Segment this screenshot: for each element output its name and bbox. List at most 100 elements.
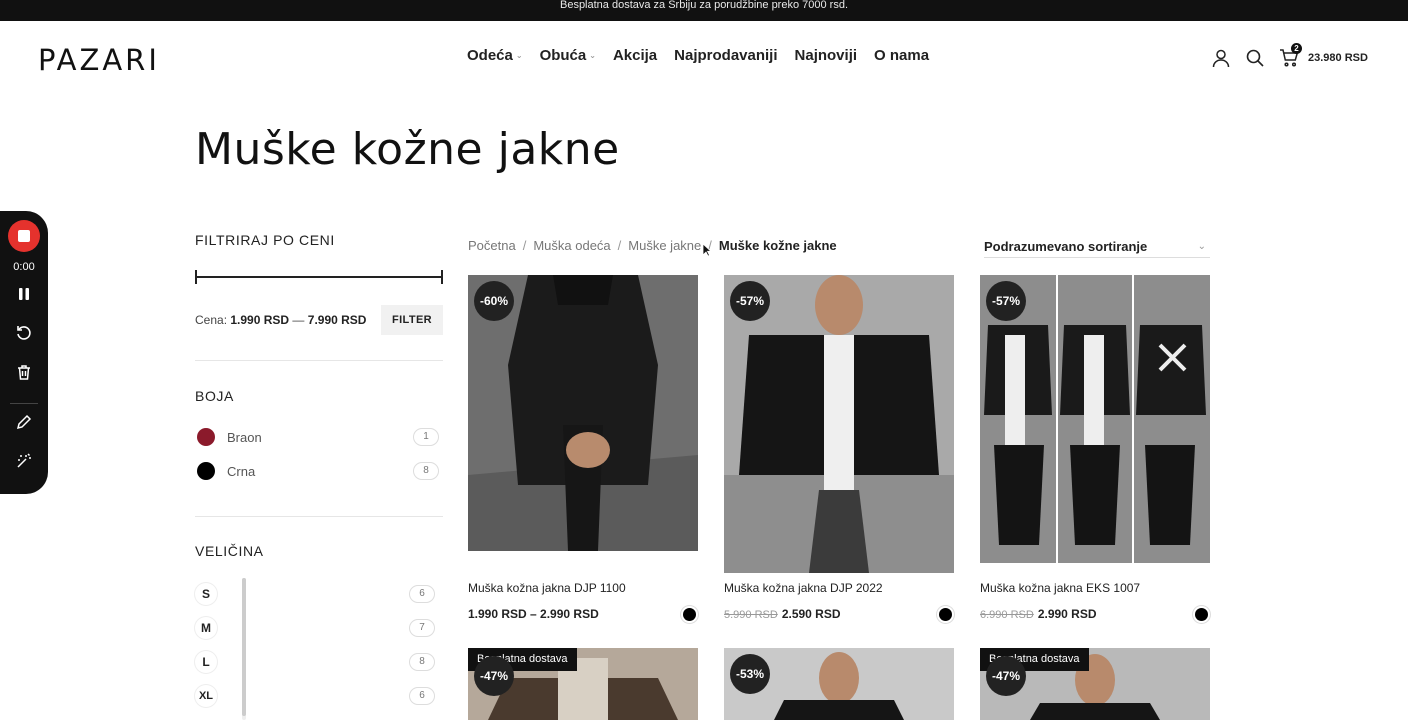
size-filter-title: VELIČINA: [195, 543, 264, 559]
count-badge: 6: [409, 687, 435, 705]
product-card: -53%: [724, 648, 954, 720]
size-label: S: [195, 583, 217, 605]
chevron-down-icon: ⌄: [515, 51, 523, 60]
price-range-text: Cena: 1.990 RSD — 7.990 RSD: [195, 313, 366, 327]
price-dash: —: [292, 313, 305, 327]
color-filter-title: BOJA: [195, 388, 234, 404]
size-option-s[interactable]: S 6: [195, 582, 435, 606]
nav-item-akcija[interactable]: Akcija: [613, 47, 657, 64]
color-label: Braon: [227, 429, 262, 445]
sale-price: 2.590 RSD: [781, 607, 841, 621]
product-name[interactable]: Muška kožna jakna EKS 1007: [980, 581, 1140, 595]
cart-count-badge: 2: [1291, 43, 1302, 54]
size-label: M: [195, 617, 217, 639]
recording-time: 0:00: [13, 261, 35, 273]
filter-button[interactable]: FILTER: [381, 305, 443, 335]
user-icon[interactable]: [1210, 47, 1232, 69]
price-row: Cena: 1.990 RSD — 7.990 RSD FILTER: [195, 304, 443, 336]
product-name[interactable]: Muška kožna jakna DJP 2022: [724, 581, 883, 595]
product-image[interactable]: -57%: [724, 275, 954, 573]
main-nav: Odeća ⌄ Obuća ⌄ Akcija Najprodavaniji Najn…: [467, 47, 946, 64]
promo-text: Besplatna dostava za Srbiju za porudžbin…: [559, 0, 848, 11]
nav-label: Odeća: [467, 47, 513, 64]
stop-icon[interactable]: [8, 220, 40, 252]
old-price: 5.990 RSD: [724, 609, 778, 621]
nav-item-najnoviji[interactable]: Najnoviji: [795, 47, 858, 64]
size-option-l[interactable]: L 8: [195, 650, 435, 674]
size-option-xl[interactable]: XL 6: [195, 684, 435, 708]
price-range-slider[interactable]: [195, 270, 443, 284]
price-label: Cena:: [195, 313, 228, 327]
trash-icon[interactable]: [8, 356, 40, 388]
count-badge: 6: [409, 585, 435, 603]
nav-item-odeca[interactable]: Odeća ⌄: [467, 47, 523, 64]
color-swatch[interactable]: [1195, 608, 1208, 621]
page-title: Muške kožne jakne: [195, 124, 620, 175]
divider: [195, 360, 443, 361]
product-name[interactable]: Muška kožna jakna DJP 1100: [468, 581, 626, 595]
color-swatch[interactable]: [683, 608, 696, 621]
breadcrumb-muske-jakne[interactable]: Muške jakne: [628, 238, 701, 253]
color-swatch: [197, 462, 215, 480]
breadcrumb: Početna / Muška odeća / Muške jakne / Mu…: [468, 238, 837, 253]
nav-label: Najnoviji: [794, 47, 858, 64]
product-image[interactable]: -57%: [980, 275, 1210, 563]
product-price: 6.990 RSD 2.990 RSD: [980, 607, 1097, 621]
breadcrumb-home[interactable]: Početna: [468, 238, 516, 253]
screen-recorder-panel: 0:00: [0, 211, 48, 494]
nav-label: Obuća: [539, 47, 587, 64]
discount-badge: -57%: [730, 281, 770, 321]
search-icon[interactable]: [1244, 47, 1266, 69]
price-max: 7.990 RSD: [307, 313, 367, 327]
product-price: 5.990 RSD 2.590 RSD: [724, 607, 841, 621]
sale-price: 2.990 RSD: [1037, 607, 1097, 621]
chevron-down-icon: ⌄: [1197, 241, 1206, 252]
nav-label: O nama: [874, 47, 930, 64]
promo-bar: Besplatna dostava za Srbiju za porudžbin…: [0, 0, 1408, 21]
pause-icon[interactable]: [8, 278, 40, 310]
color-swatch[interactable]: [939, 608, 952, 621]
color-label: Crna: [227, 463, 256, 479]
cart-button[interactable]: 2 23.980 RSD: [1278, 43, 1368, 69]
discount-badge: -47%: [474, 656, 514, 696]
size-label: L: [195, 651, 217, 673]
breadcrumb-separator: /: [617, 238, 622, 253]
sort-selected-value: Podrazumevano sortiranje: [984, 239, 1148, 254]
size-list-scrollbar[interactable]: [242, 578, 246, 720]
nav-item-najprodavaniji[interactable]: Najprodavaniji: [674, 47, 777, 64]
product-card: Besplatna dostava -47%: [980, 648, 1210, 720]
nav-label: Najprodavaniji: [674, 47, 778, 64]
magic-wand-icon[interactable]: [8, 445, 40, 477]
product-image[interactable]: Besplatna dostava -47%: [980, 648, 1210, 720]
breadcrumb-current: Muške kožne jakne: [718, 238, 837, 253]
product-price: 1.990 RSD – 2.990 RSD: [468, 607, 599, 621]
product-card: -57% Muška kožna jakna DJP 2022 5.990 RS…: [724, 275, 954, 635]
color-swatch: [197, 428, 215, 446]
product-image[interactable]: Besplatna dostava -47%: [468, 648, 698, 720]
nav-item-obuca[interactable]: Obuća ⌄: [540, 47, 596, 64]
color-option-crna[interactable]: Crna 8: [195, 460, 439, 482]
size-label: XL: [195, 685, 217, 707]
price-min: 1.990 RSD: [230, 313, 290, 327]
slider-handle-max[interactable]: [441, 270, 443, 284]
discount-badge: -60%: [474, 281, 514, 321]
color-option-braon[interactable]: Braon 1: [195, 426, 439, 448]
product-card: Besplatna dostava -47%: [468, 648, 698, 720]
breadcrumb-muska-odeca[interactable]: Muška odeća: [533, 238, 610, 253]
restart-icon[interactable]: [8, 317, 40, 349]
sort-select[interactable]: Podrazumevano sortiranje ⌄: [984, 236, 1210, 258]
cart-total: 23.980 RSD: [1308, 52, 1368, 64]
slider-handle-min[interactable]: [195, 270, 197, 284]
old-price: 6.990 RSD: [980, 609, 1034, 621]
pencil-icon[interactable]: [8, 406, 40, 438]
count-badge: 7: [409, 619, 435, 637]
product-card: -60% Muška kožna jakna DJP 1100 1.990 RS…: [468, 275, 698, 635]
discount-badge: -47%: [986, 656, 1026, 696]
product-image[interactable]: -53%: [724, 648, 954, 720]
logo[interactable]: PAZARI: [38, 43, 160, 77]
header-actions: 2 23.980 RSD: [1210, 43, 1368, 69]
count-badge: 8: [413, 462, 439, 480]
size-option-m[interactable]: M 7: [195, 616, 435, 640]
nav-item-o-nama[interactable]: O nama: [874, 47, 929, 64]
product-image[interactable]: -60%: [468, 275, 698, 551]
